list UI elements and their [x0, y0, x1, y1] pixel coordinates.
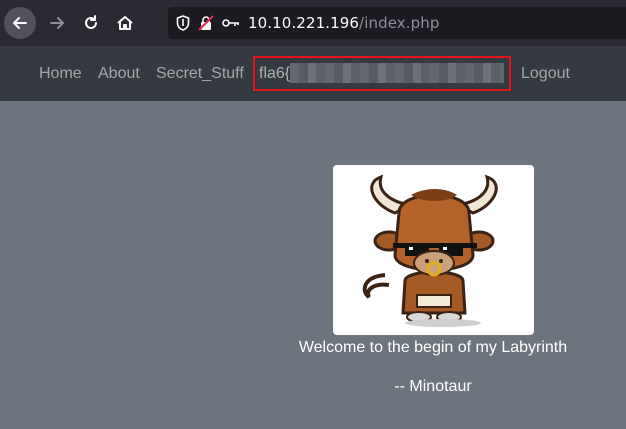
url-bar[interactable]: 10.10.221.196/index.php [168, 7, 626, 39]
reload-button[interactable] [76, 8, 106, 38]
flag-text: fla6{ [259, 65, 291, 82]
signature-text: -- Minotaur [394, 378, 472, 395]
forward-arrow-icon [50, 17, 64, 29]
url-text: 10.10.221.196/index.php [248, 14, 440, 32]
minotaur-cartoon-image [362, 174, 498, 327]
reload-icon [85, 15, 97, 29]
forward-button[interactable] [42, 8, 72, 38]
nav-about-link[interactable]: About [98, 65, 140, 83]
back-arrow-icon [13, 17, 27, 29]
browser-toolbar: 10.10.221.196/index.php [0, 0, 626, 46]
nav-home-link[interactable]: Home [39, 65, 82, 83]
back-button[interactable] [4, 7, 36, 39]
welcome-text: Welcome to the begin of my Labyrinth [298, 339, 568, 356]
nav-logout-link[interactable]: Logout [521, 65, 570, 83]
key-icon[interactable] [222, 17, 240, 29]
flag-redaction [290, 63, 504, 83]
home-icon [117, 16, 133, 30]
home-button[interactable] [110, 8, 140, 38]
shield-icon[interactable] [176, 15, 190, 31]
insecure-lock-icon[interactable] [198, 15, 214, 31]
minotaur-image [333, 165, 534, 335]
nav-secret-stuff-link[interactable]: Secret_Stuff [156, 65, 244, 83]
